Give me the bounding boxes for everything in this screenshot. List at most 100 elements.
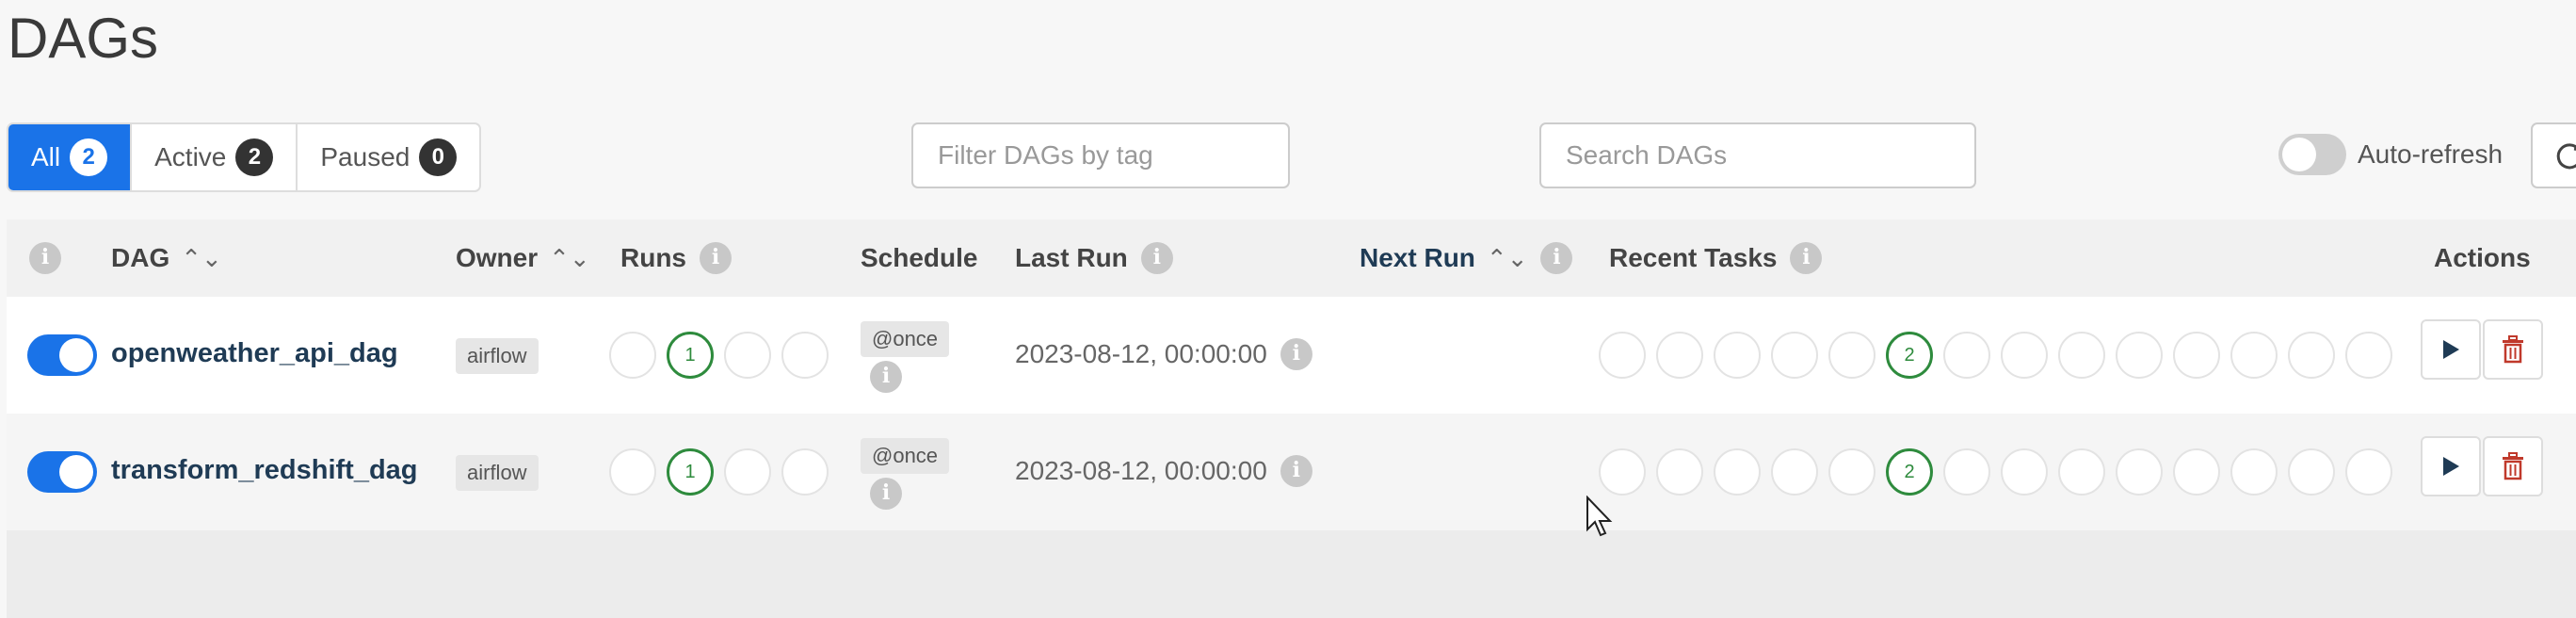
run-status-circle[interactable] (724, 332, 771, 379)
info-icon[interactable] (1540, 242, 1573, 274)
header-info (29, 220, 61, 297)
header-actions: Actions (2434, 220, 2531, 297)
info-icon[interactable] (870, 361, 902, 393)
task-status-circle[interactable] (2058, 448, 2105, 496)
tab-active[interactable]: Active 2 (132, 124, 298, 190)
trigger-dag-button[interactable] (2421, 319, 2481, 380)
delete-dag-button[interactable] (2483, 436, 2543, 496)
last-run-value[interactable]: 2023-08-12, 00:00:00 (1015, 456, 1267, 486)
task-status-circle-success[interactable]: 2 (1886, 448, 1933, 496)
last-run-value[interactable]: 2023-08-12, 00:00:00 (1015, 339, 1267, 369)
auto-refresh: Auto-refresh (2278, 134, 2503, 175)
info-icon[interactable] (1140, 242, 1173, 274)
header-last-run: Last Run (1015, 220, 1173, 297)
header-actions-label: Actions (2434, 243, 2531, 272)
table-header: DAG ⌃⌄ Owner ⌃⌄ Runs Schedule Last Run N… (7, 220, 2576, 297)
info-icon[interactable] (700, 242, 732, 274)
refresh-button[interactable] (2531, 122, 2576, 188)
task-status-circle[interactable] (1943, 448, 1990, 496)
last-run: 2023-08-12, 00:00:00 (1015, 338, 1312, 370)
tab-all-label: All (31, 142, 61, 171)
dag-pause-toggle[interactable] (27, 451, 97, 493)
tab-active-count: 2 (235, 138, 274, 176)
task-status-circle[interactable] (1656, 448, 1703, 496)
task-status-circle[interactable] (2230, 448, 2278, 496)
run-status-circle[interactable] (609, 332, 656, 379)
header-runs-label: Runs (620, 243, 686, 272)
dag-name-link[interactable]: transform_redshift_dag (111, 455, 418, 486)
task-status-circle[interactable] (2116, 332, 2163, 379)
header-next-run-label: Next Run (1360, 243, 1475, 272)
task-status-circle[interactable] (1599, 332, 1646, 379)
task-status-circle[interactable] (2345, 332, 2392, 379)
task-status-circle[interactable] (1771, 332, 1818, 379)
auto-refresh-label: Auto-refresh (2358, 139, 2504, 169)
header-dag[interactable]: DAG ⌃⌄ (111, 220, 222, 297)
play-icon (2443, 340, 2459, 359)
tab-paused[interactable]: Paused 0 (298, 124, 479, 190)
task-status-circle[interactable] (2288, 332, 2335, 379)
dag-name-link[interactable]: openweather_api_dag (111, 338, 398, 369)
task-status-circle[interactable] (2058, 332, 2105, 379)
mouse-cursor-icon (1586, 496, 1613, 537)
tab-paused-count: 0 (419, 138, 458, 176)
table-row: transform_redshift_dag airflow 1 @once 2… (7, 414, 2576, 530)
trigger-dag-button[interactable] (2421, 436, 2481, 496)
delete-dag-button[interactable] (2483, 319, 2543, 380)
play-icon (2443, 457, 2459, 476)
refresh-icon (2556, 143, 2576, 170)
task-status-circle[interactable] (2288, 448, 2335, 496)
task-status-circle[interactable] (2001, 332, 2048, 379)
task-status-circle[interactable] (1714, 448, 1761, 496)
header-last-run-label: Last Run (1015, 243, 1128, 272)
dags-table: DAG ⌃⌄ Owner ⌃⌄ Runs Schedule Last Run N… (7, 220, 2576, 618)
table-row: openweather_api_dag airflow 1 @once 2023… (7, 297, 2576, 414)
task-status-circle[interactable] (2001, 448, 2048, 496)
table-bottom (7, 530, 2576, 618)
task-status-circle[interactable] (2230, 332, 2278, 379)
task-status-circle[interactable] (1828, 448, 1876, 496)
auto-refresh-switch[interactable] (2278, 134, 2346, 175)
task-status-circle[interactable] (1714, 332, 1761, 379)
tag-filter-input[interactable] (911, 122, 1290, 188)
trash-icon (2503, 335, 2523, 364)
info-icon[interactable] (870, 478, 902, 510)
header-owner[interactable]: Owner ⌃⌄ (456, 220, 590, 297)
run-status-circle[interactable] (781, 448, 829, 496)
tab-paused-label: Paused (320, 142, 411, 171)
task-status-circle[interactable] (2345, 448, 2392, 496)
task-status-circle-success[interactable]: 2 (1886, 332, 1933, 379)
run-status-circle[interactable] (724, 448, 771, 496)
run-status-circle[interactable] (781, 332, 829, 379)
status-filter-tabs: All 2 Active 2 Paused 0 (7, 122, 482, 192)
task-status-circle[interactable] (1656, 332, 1703, 379)
search-dags-input[interactable] (1539, 122, 1976, 188)
header-next-run[interactable]: Next Run ⌃⌄ (1360, 220, 1573, 297)
header-owner-label: Owner (456, 243, 539, 272)
schedule-tag: @once (861, 438, 950, 474)
header-runs: Runs (620, 220, 732, 297)
run-status-circle-success[interactable]: 1 (667, 448, 714, 496)
last-run: 2023-08-12, 00:00:00 (1015, 455, 1312, 487)
task-status-circle[interactable] (1828, 332, 1876, 379)
task-status-circle[interactable] (1943, 332, 1990, 379)
info-icon[interactable] (29, 242, 61, 274)
task-status-circle[interactable] (2173, 332, 2220, 379)
task-status-circle[interactable] (1599, 448, 1646, 496)
run-status-circle-success[interactable]: 1 (667, 332, 714, 379)
sort-icon: ⌃⌄ (549, 243, 590, 272)
header-dag-label: DAG (111, 243, 170, 272)
info-icon[interactable] (1790, 242, 1823, 274)
task-status-circle[interactable] (1771, 448, 1818, 496)
run-status-circle[interactable] (609, 448, 656, 496)
owner-tag[interactable]: airflow (456, 338, 539, 374)
info-icon[interactable] (1280, 455, 1312, 487)
owner-tag[interactable]: airflow (456, 455, 539, 491)
task-status-circle[interactable] (2173, 448, 2220, 496)
dag-pause-toggle[interactable] (27, 334, 97, 376)
sort-icon: ⌃⌄ (181, 243, 222, 272)
tab-all[interactable]: All 2 (8, 124, 133, 190)
task-status-circle[interactable] (2116, 448, 2163, 496)
page-title: DAGs (8, 7, 159, 70)
info-icon[interactable] (1280, 338, 1312, 370)
